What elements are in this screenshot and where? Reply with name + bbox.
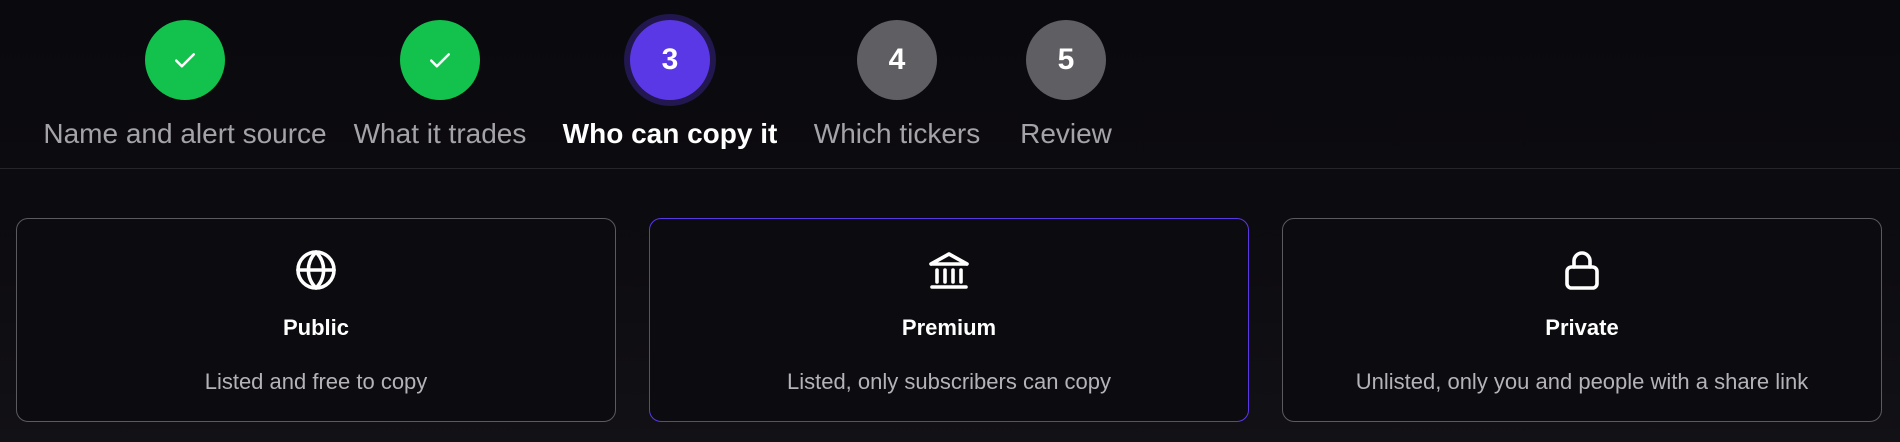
option-card-premium[interactable]: Premium Listed, only subscribers can cop… (649, 218, 1249, 422)
check-icon (175, 53, 195, 68)
step-circle-done (145, 20, 225, 100)
bank-icon (924, 245, 974, 295)
stepper-divider (0, 168, 1900, 169)
step-which-tickers[interactable]: 4 Which tickers (807, 20, 987, 150)
check-icon (430, 53, 450, 68)
step-what-it-trades[interactable]: What it trades (345, 20, 535, 150)
option-description: Unlisted, only you and people with a sha… (1355, 369, 1809, 394)
option-card-private[interactable]: Private Unlisted, only you and people wi… (1282, 218, 1882, 422)
step-label: Name and alert source (43, 118, 327, 149)
step-circle-done (400, 20, 480, 100)
step-circle-pending: 5 (1026, 20, 1106, 100)
lock-icon (1557, 245, 1607, 295)
option-title: Premium (901, 315, 997, 340)
option-title: Public (282, 315, 349, 340)
step-label: Review (1020, 118, 1112, 149)
option-card-public[interactable]: Public Listed and free to copy (16, 218, 616, 422)
step-who-can-copy-it[interactable]: 3 Who can copy it (560, 20, 780, 150)
visibility-step-page: Name and alert source What it trades 3 W… (0, 0, 1900, 442)
step-label: What it trades (353, 118, 527, 149)
step-review[interactable]: 5 Review (1016, 20, 1116, 150)
step-label: Who can copy it (562, 118, 778, 149)
step-label: Which tickers (813, 118, 981, 149)
option-description: Listed, only subscribers can copy (786, 369, 1112, 394)
visibility-options: Public Listed and free to copy Premium L… (16, 218, 1884, 422)
globe-icon (291, 245, 341, 295)
step-circle-active: 3 (630, 20, 710, 100)
step-name-and-alert-source[interactable]: Name and alert source (43, 20, 327, 150)
step-circle-pending: 4 (857, 20, 937, 100)
option-title: Private (1545, 315, 1619, 340)
option-description: Listed and free to copy (204, 369, 428, 394)
stepper: Name and alert source What it trades 3 W… (0, 0, 1900, 168)
